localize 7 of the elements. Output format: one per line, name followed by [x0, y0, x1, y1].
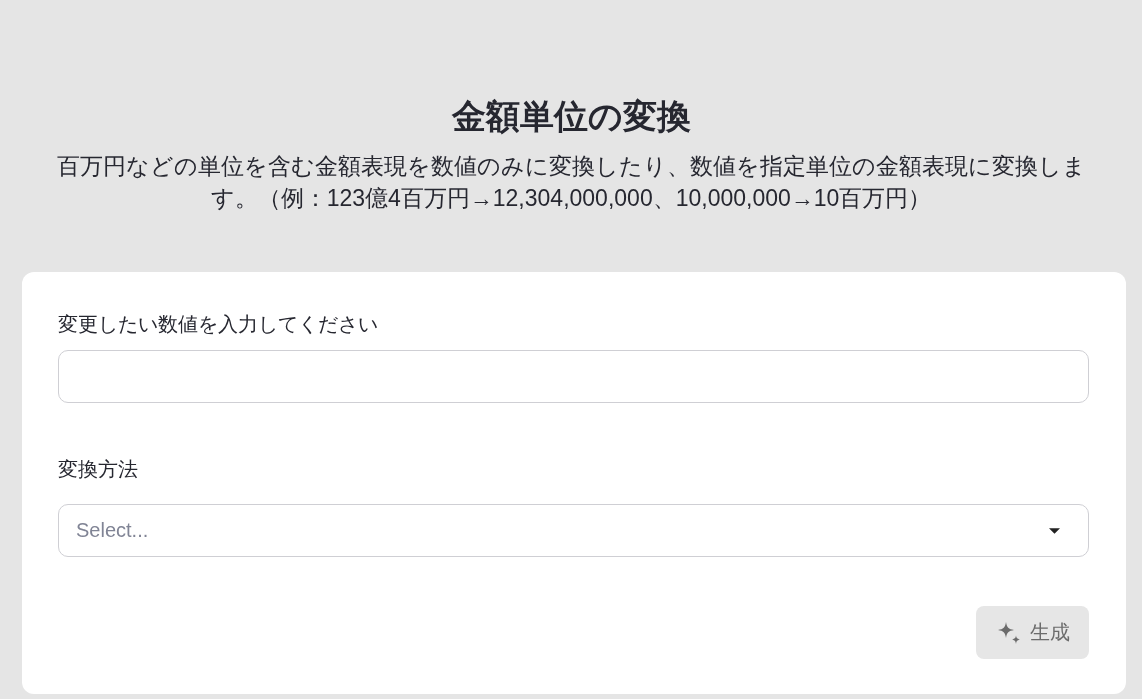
caret-icon	[1049, 527, 1060, 534]
field-label: 変換方法	[58, 457, 138, 482]
field-label: 変更したい数値を入力してください	[58, 312, 378, 337]
page-title: 金額単位の変換	[451, 96, 691, 137]
method-select[interactable]: Select...	[58, 504, 1089, 557]
number-input-field[interactable]	[58, 350, 1089, 403]
page-description: 百万円などの単位を含む金額表現を数値のみに変換したり、数値を指定単位の金額表現に変換します。（例：123億4百万円→12,304,000,000、10,000,000→10百万円）	[55, 152, 1087, 213]
